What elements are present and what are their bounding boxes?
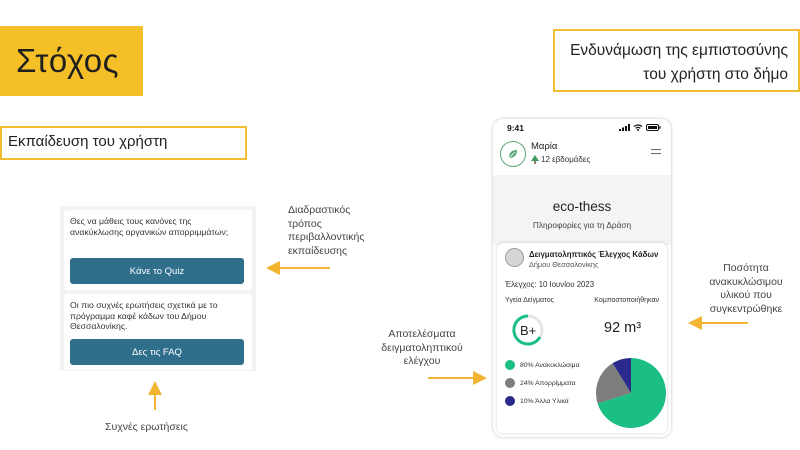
note-interactive-line-3: περιβαλλοντικής — [288, 231, 365, 244]
menu-icon[interactable] — [651, 149, 661, 157]
composition-pie-chart — [596, 358, 666, 428]
composted-label: Κομποστοποιήθηκαν — [594, 297, 659, 304]
status-time: 9:41 — [507, 123, 525, 133]
user-name: Μαρία — [531, 141, 558, 152]
note-quantity-line-2: ανακυκλώσιμου — [709, 275, 783, 288]
tree-icon — [531, 155, 539, 164]
legend-dot — [505, 396, 515, 406]
legend-label: 80% Ανακυκλώσιμα — [520, 361, 580, 369]
app-header: Μαρία 12 εβδομάδες — [493, 137, 671, 175]
legend-dot — [505, 360, 515, 370]
signal-icon — [619, 124, 630, 131]
inspection-date: Έλεγχος: 10 Ιουνίου 2023 — [505, 280, 595, 289]
note-quantity-line-3: υλικού που — [720, 289, 772, 302]
note-quantity-line-4: συγκεντρώθηκε — [709, 302, 783, 315]
note-interactive-line-2: τρόπος — [288, 217, 322, 230]
note-faq: Συχνές ερωτήσεις — [105, 421, 188, 433]
battery-icon — [646, 124, 661, 131]
legend-label: 24% Απορρίμματα — [520, 379, 576, 387]
app-subtitle: Πληροφορίες για τη Δράση — [532, 220, 632, 230]
note-results-line-2: δειγματοληπτικού — [381, 341, 463, 354]
note-interactive-line-1: Διαδραστικός — [288, 204, 351, 216]
note-quantity: Ποσότητα ανακυκλώσιμου υλικού που συγκεν… — [694, 262, 798, 316]
inspection-title: Δειγματοληπτικός Έλεγχος Κάδων — [529, 250, 659, 259]
annotation-arrows — [148, 261, 748, 410]
note-quantity-line-1: Ποσότητα — [723, 262, 769, 274]
legend-item: 80% Ανακυκλώσιμα — [505, 360, 595, 370]
sample-health-label: Υγεία Δείγματος — [505, 297, 554, 304]
legend-item: 10% Άλλα Υλικά — [505, 396, 595, 406]
wifi-icon — [633, 124, 643, 131]
legend-label: 10% Άλλα Υλικά — [520, 397, 569, 405]
avatar[interactable] — [500, 141, 526, 167]
compost-volume: 92 m³ — [604, 320, 642, 336]
leaf-icon — [508, 150, 517, 159]
grade-value: B+ — [520, 323, 537, 338]
weeks-text: 12 εβδομάδες — [541, 155, 591, 164]
note-interactive: Διαδραστικός τρόπος περιβαλλοντικής εκπα… — [288, 204, 364, 258]
status-bar: 9:41 — [493, 119, 671, 137]
phone-mockup: 9:41 Μαρία 12 εβδομάδες eco-thess Πληροφ… — [493, 119, 671, 437]
status-icons — [619, 124, 661, 131]
municipality-seal-icon — [505, 248, 524, 267]
legend-dot — [505, 378, 515, 388]
note-results-line-3: ελέγχου — [403, 355, 441, 368]
note-results: Αποτελέσματα δειγματοληπτικού ελέγχου — [367, 328, 477, 369]
inspection-municipality: Δήμου Θεσσαλονίκης — [529, 260, 599, 269]
app-title: eco-thess — [552, 199, 612, 214]
note-results-line-1: Αποτελέσματα — [388, 328, 456, 340]
inspection-card: Δειγματοληπτικός Έλεγχος Κάδων Δήμου Θεσ… — [497, 243, 667, 433]
weeks-badge: 12 εβδομάδες — [531, 155, 590, 164]
legend-item: 24% Απορρίμματα — [505, 378, 595, 388]
note-interactive-line-4: εκπαίδευσης — [288, 244, 348, 257]
